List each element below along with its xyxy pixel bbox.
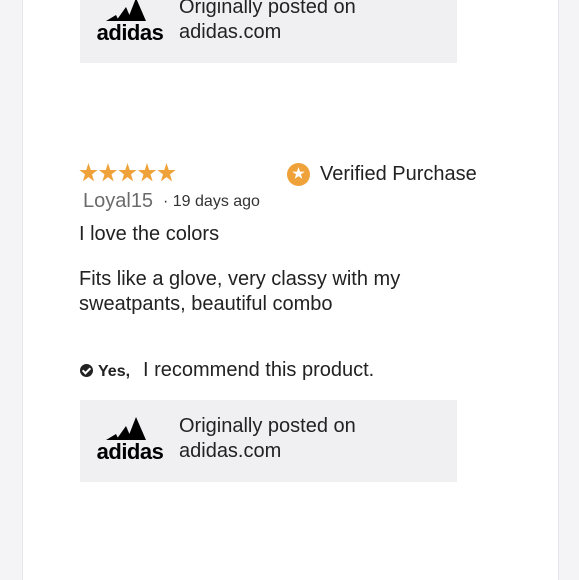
verified-label: Verified Purchase <box>320 163 477 185</box>
logo-wordmark: adidas <box>96 439 164 464</box>
source-line-2: adidas.com <box>179 21 282 43</box>
review-author[interactable]: Loyal15 <box>83 190 153 213</box>
star-icon <box>79 163 98 182</box>
review-card: adidas Originally posted on adidas.com V… <box>22 0 559 580</box>
review-date: · 19 days ago <box>163 193 260 210</box>
adidas-stripes-icon <box>106 417 146 440</box>
logo-wordmark: adidas <box>96 20 164 45</box>
review-body: Fits like a glove, very classy with my s… <box>79 268 401 315</box>
recommend-yes: Yes, <box>98 363 131 380</box>
source-box: adidas Originally posted on adidas.com <box>80 400 457 482</box>
source-line-1: Originally posted on <box>179 415 356 437</box>
star-icon <box>137 163 157 182</box>
source-box: adidas Originally posted on adidas.com <box>80 0 457 63</box>
source-line-2: adidas.com <box>179 440 282 462</box>
star-icon <box>118 163 137 182</box>
adidas-logo: adidas <box>94 414 166 464</box>
source-line-1: Originally posted on <box>179 0 356 18</box>
review-title: I love the colors <box>79 223 220 245</box>
source-text: Originally posted on adidas.com <box>179 414 356 464</box>
verified-star-badge-icon <box>287 163 310 186</box>
check-circle-icon <box>80 364 93 377</box>
adidas-logo: adidas <box>94 0 166 45</box>
rating-stars <box>79 163 177 187</box>
recommend-text: I recommend this product. <box>143 359 375 381</box>
star-icon <box>157 163 176 182</box>
source-text: Originally posted on adidas.com <box>179 0 356 45</box>
star-icon <box>98 163 118 182</box>
